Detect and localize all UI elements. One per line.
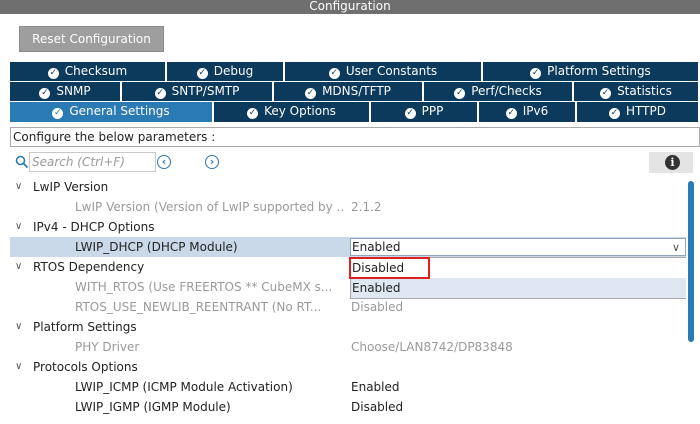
group-ipv4-dhcp-options[interactable]: ∨ IPv4 - DHCP Options: [10, 217, 686, 237]
parameter-tree: ∨ LwIP Version LwIP Version (Version of …: [10, 177, 686, 424]
check-circle-icon: ✓: [39, 88, 51, 99]
tab-platform-settings[interactable]: ✓ Platform Settings: [483, 62, 698, 81]
tab-mdns-tftp[interactable]: ✓ MDNS/TFTP: [274, 82, 422, 101]
check-circle-icon: ✓: [505, 108, 517, 119]
tab-row-1: ✓ Checksum ✓ Debug ✓ User Constants ✓ Platfo…: [10, 62, 698, 81]
group-protocols-options[interactable]: ∨ Protocols Options: [10, 357, 686, 377]
tab-general-settings[interactable]: ✓ General Settings: [10, 102, 212, 122]
param-row[interactable]: PHY Driver Choose/LAN8742/DP83848: [10, 337, 686, 357]
check-circle-icon: ✓: [47, 68, 59, 79]
search-row: ‹ › i: [10, 152, 698, 174]
chevron-down-icon: ∨: [15, 321, 23, 332]
highlight-annotation-box: [349, 257, 430, 279]
check-circle-icon: ✓: [609, 108, 621, 119]
chevron-down-icon: ∨: [15, 221, 23, 232]
tab-ipv6[interactable]: ✓ IPv6: [479, 102, 575, 122]
search-icon: [15, 155, 29, 169]
check-circle-icon: ✓: [328, 68, 340, 79]
check-circle-icon: ✓: [305, 88, 317, 99]
tab-ppp[interactable]: ✓ PPP: [371, 102, 477, 122]
reset-configuration-button[interactable]: Reset Configuration: [19, 26, 164, 52]
tab-debug[interactable]: ✓ Debug: [167, 62, 283, 81]
info-icon: i: [665, 155, 680, 170]
search-previous-icon[interactable]: ‹: [157, 155, 171, 169]
param-row[interactable]: LWIP_IGMP (IGMP Module) Disabled: [10, 397, 686, 417]
toolbar: Reset Configuration: [0, 14, 700, 62]
chevron-down-icon: ∨: [671, 241, 680, 254]
tab-httpd[interactable]: ✓ HTTPD: [577, 102, 698, 122]
tab-snmp[interactable]: ✓ SNMP: [10, 82, 120, 101]
window-title: Configuration: [0, 0, 700, 14]
check-circle-icon: ✓: [600, 88, 612, 99]
check-circle-icon: ✓: [52, 108, 64, 119]
tab-sntp-smtp[interactable]: ✓ SNTP/SMTP: [122, 82, 272, 101]
search-input[interactable]: [29, 152, 156, 172]
param-row[interactable]: RTOS_USE_NEWLIB_REENTRANT (No RT... Disa…: [10, 297, 686, 317]
tab-perf-checks[interactable]: ✓ Perf/Checks: [424, 82, 572, 101]
chevron-down-icon: ∨: [15, 361, 23, 372]
check-circle-icon: ✓: [404, 108, 416, 119]
info-button[interactable]: i: [649, 152, 693, 173]
check-circle-icon: ✓: [454, 88, 466, 99]
check-circle-icon: ✓: [530, 68, 542, 79]
lwip-dhcp-select[interactable]: Enabled ∨: [350, 238, 686, 256]
check-circle-icon: ✓: [196, 68, 208, 79]
dropdown-option-enabled[interactable]: Enabled: [351, 278, 686, 298]
param-row[interactable]: LWIP_ICMP (ICMP Module Activation) Enabl…: [10, 377, 686, 397]
group-platform-settings[interactable]: ∨ Platform Settings: [10, 317, 686, 337]
chevron-down-icon: ∨: [15, 181, 23, 192]
tab-row-3: ✓ General Settings ✓ Key Options ✓ PPP ✓ IPv…: [10, 102, 698, 122]
param-row[interactable]: LwIP Version (Version of LwIP supported …: [10, 197, 686, 217]
tab-checksum[interactable]: ✓ Checksum: [10, 62, 165, 81]
tab-row-2: ✓ SNMP ✓ SNTP/SMTP ✓ MDNS/TFTP ✓ Perf/Checks…: [10, 82, 698, 101]
vertical-scrollbar[interactable]: [686, 177, 698, 424]
check-circle-icon: ✓: [154, 88, 166, 99]
group-lwip-version[interactable]: ∨ LwIP Version: [10, 177, 686, 197]
chevron-down-icon: ∨: [15, 261, 23, 272]
search-next-icon[interactable]: ›: [205, 155, 219, 169]
tab-user-constants[interactable]: ✓ User Constants: [285, 62, 481, 81]
tab-statistics[interactable]: ✓ Statistics: [574, 82, 698, 101]
configure-instructions: Configure the below parameters :: [10, 127, 700, 147]
tab-key-options[interactable]: ✓ Key Options: [214, 102, 369, 122]
check-circle-icon: ✓: [247, 108, 259, 119]
scrollbar-thumb[interactable]: [688, 181, 694, 342]
